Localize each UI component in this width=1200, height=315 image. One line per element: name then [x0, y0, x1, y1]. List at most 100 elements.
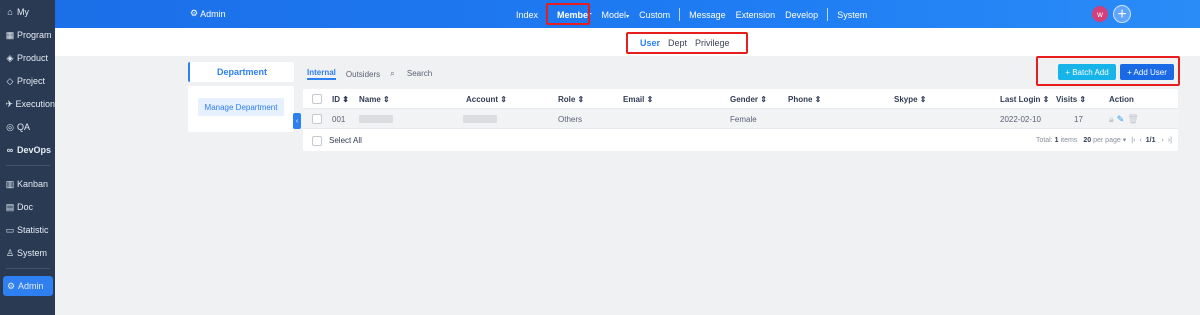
user-tabs: Internal Outsiders ⌕ Search [307, 68, 452, 80]
redacted-account [463, 115, 497, 123]
sidebar-item-system[interactable]: ♙ System [0, 243, 55, 263]
column-action: Action [1109, 94, 1134, 104]
lock-icon[interactable]: 🔒︎ [1109, 114, 1114, 125]
total-count: 1 [1054, 136, 1059, 144]
quick-add-button[interactable]: + [1113, 5, 1131, 23]
sidebar-item-program[interactable]: ▦ Program [0, 25, 55, 45]
sidebar-item-project[interactable]: ◇ Project [0, 71, 55, 91]
sidebar-item-label: QA [17, 122, 31, 132]
gear-icon: ⚙ [190, 8, 199, 18]
table-row[interactable]: 001 Others Female 2022-02-10 17 🔒︎ ✎ 🗑︎ [303, 109, 1178, 129]
edit-icon[interactable]: ✎ [1117, 114, 1125, 125]
highlight-subnav [626, 32, 748, 54]
nav-message[interactable]: Message [689, 10, 726, 20]
sidebar-item-statistic[interactable]: ▭ Statistic [0, 220, 55, 240]
delete-icon[interactable]: 🗑︎ [1127, 114, 1138, 125]
nav-develop[interactable]: Develop [785, 10, 818, 20]
kanban-icon: ▥ [5, 178, 15, 189]
sidebar-item-label: Project [17, 76, 46, 86]
cell-visits: 17 [1074, 114, 1083, 124]
column-id[interactable]: ID ⬍ [332, 89, 349, 109]
sidebar-item-label: System [17, 248, 48, 258]
department-tab[interactable]: Department [188, 62, 294, 82]
top-header: ⚙ Admin Index Member Model▾ Custom Messag… [55, 0, 1200, 28]
row-checkbox[interactable] [312, 114, 322, 124]
select-all-label[interactable]: Select All [329, 130, 362, 151]
sidebar-item-label: Product [17, 53, 49, 63]
tab-internal[interactable]: Internal [307, 68, 336, 80]
sidebar-item-kanban[interactable]: ▥ Kanban [0, 174, 55, 194]
column-last-login[interactable]: Last Login ⇕ [1000, 89, 1049, 109]
select-all-header-checkbox[interactable] [312, 94, 322, 104]
sidebar-item-label: My [17, 7, 29, 17]
nav-separator [679, 8, 681, 21]
sidebar-item-label: Statistic [17, 225, 49, 235]
nav-model[interactable]: Model▾ [602, 10, 630, 20]
column-account[interactable]: Account ⇕ [466, 89, 507, 109]
page-title: ⚙ Admin [190, 8, 226, 19]
department-panel: Manage Department [188, 86, 294, 132]
column-gender[interactable]: Gender ⇕ [730, 89, 767, 109]
sidebar-divider [6, 165, 50, 166]
nav-system[interactable]: System [837, 10, 867, 20]
highlight-member [546, 3, 590, 25]
first-page-button[interactable]: |‹ [1131, 137, 1135, 144]
cell-last-login: 2022-02-10 [1000, 114, 1041, 124]
column-visits[interactable]: Visits ⇕ [1056, 89, 1086, 109]
column-name[interactable]: Name ⇕ [359, 89, 390, 109]
column-email[interactable]: Email ⇕ [623, 89, 653, 109]
sidebar-item-devops[interactable]: ∞ DevOps [0, 140, 55, 160]
sidebar-item-label: Admin [18, 281, 44, 291]
doc-icon: ▤ [5, 201, 15, 212]
home-icon: ⌂ [7, 7, 13, 17]
execution-icon: ✈ [5, 98, 13, 109]
nav-extension[interactable]: Extension [736, 10, 776, 20]
sidebar-item-label: Program [17, 30, 52, 40]
devops-icon: ∞ [6, 145, 14, 155]
column-skype[interactable]: Skype ⇕ [894, 89, 927, 109]
pagination: Total: 1 items 20 per page ▾ |‹ ‹ 1/1 › … [1035, 136, 1172, 145]
sidebar-divider [6, 268, 50, 269]
nav-custom[interactable]: Custom [639, 10, 670, 20]
cell-name [359, 109, 393, 129]
sidebar-item-doc[interactable]: ▤ Doc [0, 197, 55, 217]
chevron-down-icon[interactable]: ▾ [1123, 136, 1127, 144]
column-phone[interactable]: Phone ⇕ [788, 89, 821, 109]
collapse-panel-button[interactable]: ‹ [293, 113, 301, 129]
chevron-down-icon: ▾ [626, 13, 630, 20]
column-role[interactable]: Role ⇕ [558, 89, 584, 109]
tab-outsiders[interactable]: Outsiders [346, 70, 380, 79]
cell-gender: Female [730, 114, 757, 124]
sidebar-item-execution[interactable]: ✈ Execution [0, 94, 55, 114]
statistic-icon: ▭ [5, 224, 15, 235]
product-icon: ◈ [6, 52, 14, 63]
sidebar-item-product[interactable]: ◈ Product [0, 48, 55, 68]
sidebar: ⌂ My ▦ Program ◈ Product ◇ Project ✈ Executio… [0, 0, 55, 315]
avatar[interactable]: w [1092, 6, 1108, 22]
sidebar-item-qa[interactable]: ◎ QA [0, 117, 55, 137]
select-all-checkbox[interactable] [312, 136, 322, 146]
program-icon: ▦ [5, 29, 15, 40]
manage-department-button[interactable]: Manage Department [198, 98, 284, 116]
prev-page-button[interactable]: ‹ [1139, 137, 1141, 144]
per-page-select[interactable]: 20 [1083, 137, 1091, 144]
admin-icon: ⚙ [6, 280, 16, 291]
sidebar-item-my[interactable]: ⌂ My [0, 2, 55, 22]
project-icon: ◇ [6, 75, 14, 86]
qa-icon: ◎ [6, 121, 14, 132]
sidebar-item-label: DevOps [17, 145, 52, 155]
nav-index[interactable]: Index [516, 10, 538, 20]
last-page-button[interactable]: ›| [1168, 137, 1172, 144]
search-icon: ⌕ [390, 69, 395, 78]
cell-role: Others [558, 114, 583, 124]
user-table: ID ⬍ Name ⇕ Account ⇕ Role ⇕ Email ⇕ Gen… [303, 89, 1178, 151]
table-footer: Select All Total: 1 items 20 per page ▾ … [303, 130, 1178, 151]
cell-id: 001 [332, 114, 346, 124]
tab-search[interactable]: ⌕ Search [390, 69, 442, 79]
sidebar-item-admin[interactable]: ⚙ Admin [3, 276, 53, 296]
sidebar-item-label: Kanban [17, 179, 49, 189]
sidebar-item-label: Execution [15, 99, 55, 109]
nav-separator [827, 8, 829, 21]
next-page-button[interactable]: › [1162, 137, 1164, 144]
page-indicator: 1/1 [1145, 136, 1156, 144]
